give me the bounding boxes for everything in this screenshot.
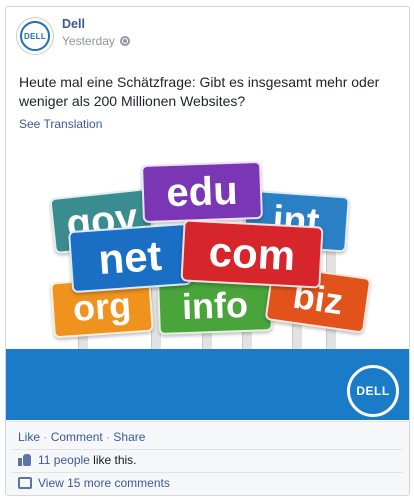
globe-icon[interactable]: [119, 36, 130, 46]
dell-logo-avatar: DELL: [20, 21, 50, 51]
separator: ·: [106, 430, 111, 444]
post-image[interactable]: gov int org info biz edu net com DELL: [6, 151, 409, 420]
share-link[interactable]: Share: [113, 430, 145, 444]
see-translation-link[interactable]: See Translation: [19, 117, 102, 131]
likes-suffix: like this.: [93, 453, 137, 467]
sign-com: com: [180, 219, 324, 289]
post-header: DELL Dell Yesterday: [16, 17, 396, 57]
likes-summary: 11 people like this.: [12, 449, 403, 470]
author-name[interactable]: Dell: [62, 17, 85, 31]
post-text: Heute mal eine Schätzfrage: Gibt es insg…: [19, 74, 380, 109]
post-meta: Yesterday: [62, 34, 130, 48]
like-link[interactable]: Like: [18, 430, 40, 444]
dell-logo: DELL: [347, 365, 399, 417]
comment-link[interactable]: Comment: [51, 430, 103, 444]
timestamp[interactable]: Yesterday: [62, 34, 115, 48]
separator: ·: [43, 430, 48, 444]
post-card: DELL Dell Yesterday Heute mal eine Schät…: [5, 6, 410, 496]
thumbs-up-icon: [18, 453, 32, 467]
view-more-comments-link[interactable]: View 15 more comments: [38, 476, 170, 490]
view-more-comments[interactable]: View 15 more comments: [12, 472, 403, 493]
avatar[interactable]: DELL: [16, 17, 54, 55]
likes-text: 11 people like this.: [38, 453, 137, 467]
comment-icon: [18, 477, 32, 489]
sign-edu: edu: [141, 160, 263, 224]
action-links: Like · Comment · Share: [18, 430, 145, 444]
sign-net: net: [67, 222, 193, 294]
likes-people-link[interactable]: 11 people: [38, 453, 90, 467]
post-actions: Like · Comment · Share 11 people like th…: [6, 421, 409, 495]
